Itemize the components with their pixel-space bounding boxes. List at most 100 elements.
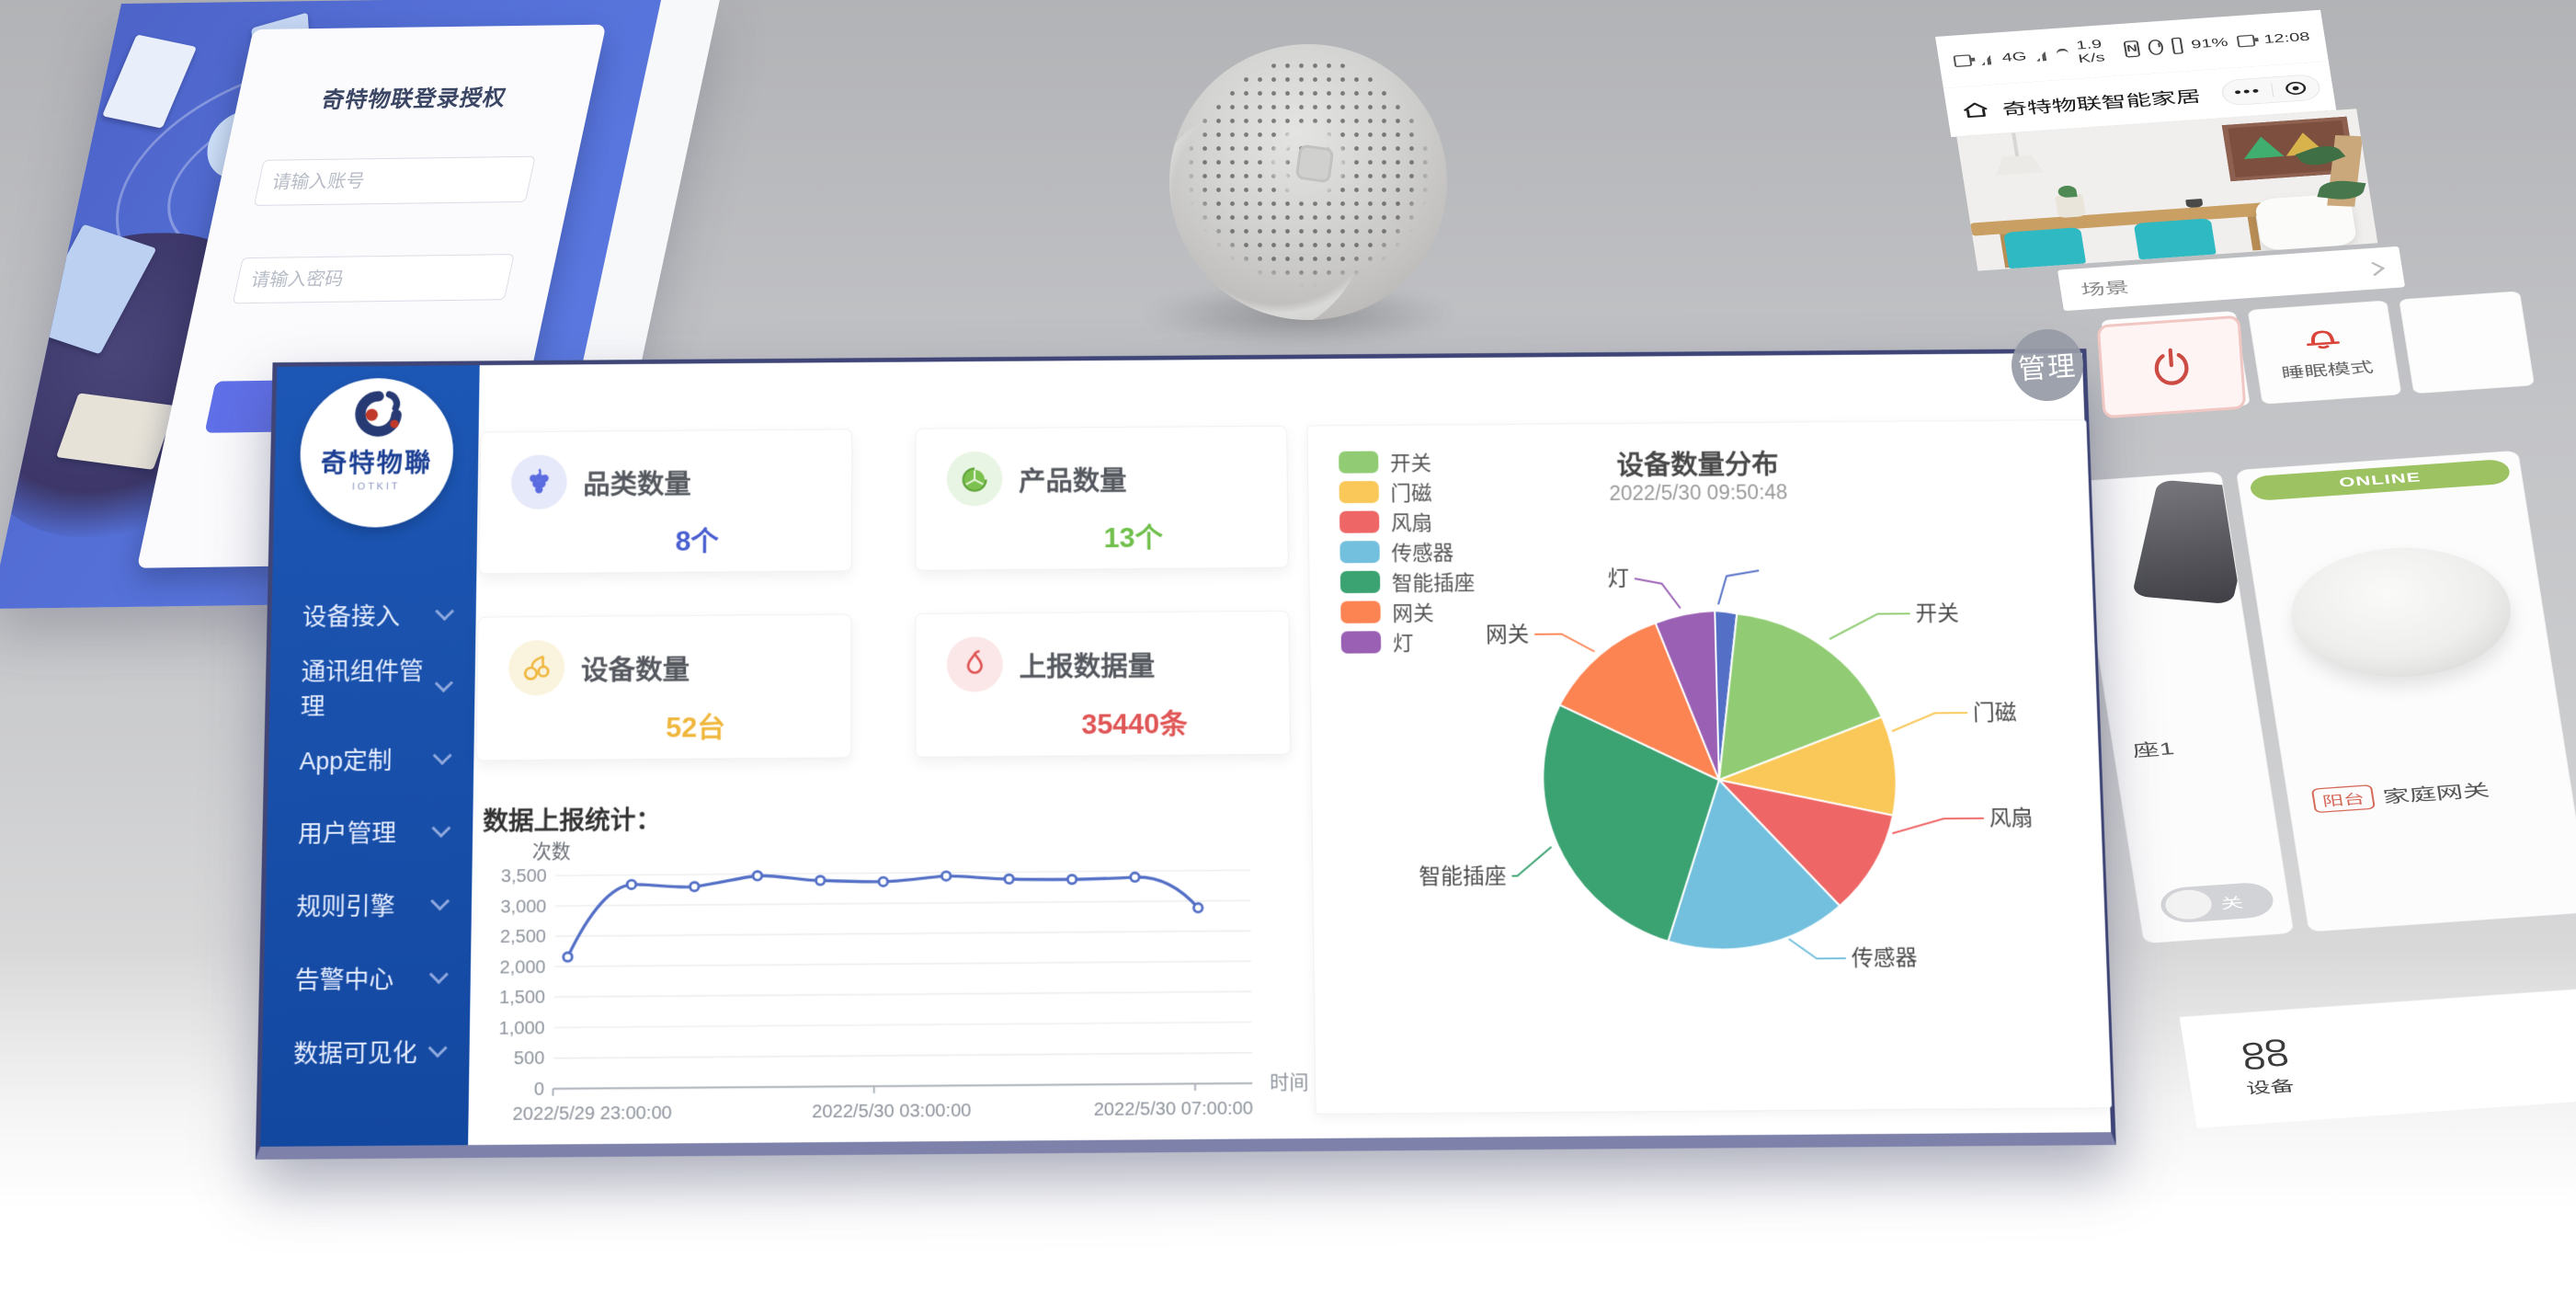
teal-chair xyxy=(2134,218,2217,259)
legend-swatch xyxy=(1339,510,1379,532)
composite-scene: 奇特物联登录授权 登录 4G 1.9 K/s N 91% xyxy=(0,0,2576,1315)
tab-devices[interactable]: 设备 xyxy=(2237,1036,2297,1099)
tab-label: 设备 xyxy=(2244,1073,2296,1098)
signal-bars-icon xyxy=(1980,52,1994,65)
power-toggle[interactable]: 关 xyxy=(2159,881,2276,924)
signal-bars-icon xyxy=(2035,49,2048,62)
brand-logo: 奇特物聯 IOTKIT xyxy=(299,378,454,528)
account-input[interactable] xyxy=(254,156,536,206)
network-type-badge: 4G xyxy=(2001,50,2028,64)
sidebar-item-user-mgmt[interactable]: 用户管理 xyxy=(267,795,473,869)
device-name: 座1 xyxy=(2130,735,2175,762)
stat-value: 35440条 xyxy=(916,700,1290,743)
password-input[interactable] xyxy=(233,254,515,303)
svg-text:门磁: 门磁 xyxy=(1973,701,2017,726)
svg-text:1,500: 1,500 xyxy=(499,988,545,1008)
bell-icon xyxy=(2298,324,2347,355)
home-icon[interactable] xyxy=(1958,99,1992,121)
stat-cards: 品类数量 8个 产品数量 13个 设备数量 xyxy=(475,426,1291,761)
speaker-logo xyxy=(1294,144,1334,184)
line-chart-heading: 数据上报统计： xyxy=(483,801,661,839)
chevron-down-icon xyxy=(430,892,450,911)
grid-icon xyxy=(2237,1036,2293,1072)
miniprogram-capsule[interactable]: ••• xyxy=(2220,74,2321,106)
sidebar-item-alert-center[interactable]: 告警中心 xyxy=(263,940,471,1015)
pie-slices xyxy=(1540,610,1901,951)
brand-logo-mark xyxy=(344,388,411,446)
sidebar-item-rule-engine[interactable]: 规则引擎 xyxy=(265,867,473,942)
network-speed: 1.9 K/s xyxy=(2075,38,2108,66)
device-distribution-card: 设备数量分布 2022/5/30 09:50:48 开关 门磁 风扇 传感器 智… xyxy=(1307,419,2113,1115)
capsule-divider xyxy=(2271,83,2274,97)
y-axis-unit: 次数 xyxy=(532,841,571,863)
legend-swatch xyxy=(1341,631,1382,653)
hero-room-image xyxy=(1956,109,2377,270)
legend-item-switch[interactable]: 开关 xyxy=(1339,446,1473,477)
more-menu-icon[interactable]: ••• xyxy=(2233,83,2263,100)
screen-illustration xyxy=(102,34,197,128)
smart-speaker xyxy=(1169,44,1447,320)
grapes-icon xyxy=(511,454,567,509)
stat-label: 设备数量 xyxy=(581,647,690,687)
power-button[interactable] xyxy=(2097,315,2247,419)
stat-card-reported-data: 上报数据量 35440条 xyxy=(915,611,1291,758)
svg-text:3,000: 3,000 xyxy=(500,897,546,917)
cherries-icon xyxy=(508,640,565,695)
chevron-down-icon xyxy=(433,746,452,765)
chevron-right-icon xyxy=(2363,262,2385,276)
device-name-row: 阳台 家庭网关 xyxy=(2311,776,2491,813)
svg-text:500: 500 xyxy=(514,1048,545,1069)
stat-value: 13个 xyxy=(916,514,1287,556)
teal-chair xyxy=(2003,227,2086,269)
sidebar-item-device-access[interactable]: 设备接入 xyxy=(271,577,477,651)
svg-text:开关: 开关 xyxy=(1915,601,1959,626)
stat-value: 8个 xyxy=(480,518,851,560)
battery-percent: 91% xyxy=(2190,36,2228,51)
speaker-grill-dots xyxy=(1184,59,1432,305)
toggle-state: 关 xyxy=(2219,890,2244,912)
alarm-icon xyxy=(2148,40,2164,56)
svg-text:传感器: 传感器 xyxy=(1851,945,1917,971)
chevron-down-icon xyxy=(431,818,450,838)
chevron-down-icon xyxy=(435,674,453,692)
chevron-down-icon xyxy=(435,602,454,621)
power-icon xyxy=(2149,344,2194,389)
login-title: 奇特物联登录授权 xyxy=(234,78,595,115)
mode-card-sleep[interactable]: 睡眠模式 xyxy=(2248,300,2402,404)
stat-label: 产品数量 xyxy=(1019,458,1127,497)
close-target-icon[interactable] xyxy=(2283,80,2309,97)
brand-subtitle: IOTKIT xyxy=(352,481,401,492)
svg-text:1,000: 1,000 xyxy=(498,1018,544,1038)
toggle-knob xyxy=(2163,888,2214,920)
y-tick-labels: 3,500 3,000 2,500 2,000 1,500 1,000 500 … xyxy=(497,866,546,1100)
room-tag: 阳台 xyxy=(2311,784,2376,813)
wifi-icon xyxy=(2057,48,2069,59)
device-card-gateway[interactable]: ONLINE 阳台 家庭网关 xyxy=(2236,451,2576,932)
svg-text:灯: 灯 xyxy=(1607,566,1629,591)
legend-item-door[interactable]: 门磁 xyxy=(1339,475,1473,507)
chevron-down-icon xyxy=(429,965,449,984)
svg-text:网关: 网关 xyxy=(1486,623,1530,647)
legend-swatch xyxy=(1339,451,1378,473)
gridlines xyxy=(553,870,1252,1058)
flask xyxy=(2055,194,2086,218)
status-time: 12:08 xyxy=(2263,29,2310,46)
sidebar-item-app-custom[interactable]: App定制 xyxy=(268,722,474,796)
pendant-cord xyxy=(2012,132,2019,158)
pendant-lamp xyxy=(1993,154,2044,176)
svg-text:2,500: 2,500 xyxy=(500,927,546,947)
legend-swatch xyxy=(1339,481,1379,503)
sidebar-item-comm-components[interactable]: 通讯组件管理 xyxy=(269,649,475,723)
x-tick-labels: 2022/5/29 23:00:00 2022/5/30 03:00:00 20… xyxy=(512,1098,1253,1124)
svg-text:0: 0 xyxy=(534,1080,544,1100)
mode-card-partial[interactable] xyxy=(2399,291,2535,394)
svg-text:智能插座: 智能插座 xyxy=(1419,864,1507,890)
stat-label: 上报数据量 xyxy=(1020,644,1156,684)
stat-value: 52台 xyxy=(477,703,851,747)
phone-tab-bar: 设备 我 xyxy=(2180,978,2576,1128)
svg-text:2022/5/29 23:00:00: 2022/5/29 23:00:00 xyxy=(512,1103,671,1125)
battery-icon xyxy=(1953,54,1972,67)
svg-text:风扇: 风扇 xyxy=(1989,806,2033,830)
scene-label: 场景 xyxy=(2080,275,2131,300)
sidebar-item-data-visualization[interactable]: 数据可见化 xyxy=(261,1013,470,1089)
